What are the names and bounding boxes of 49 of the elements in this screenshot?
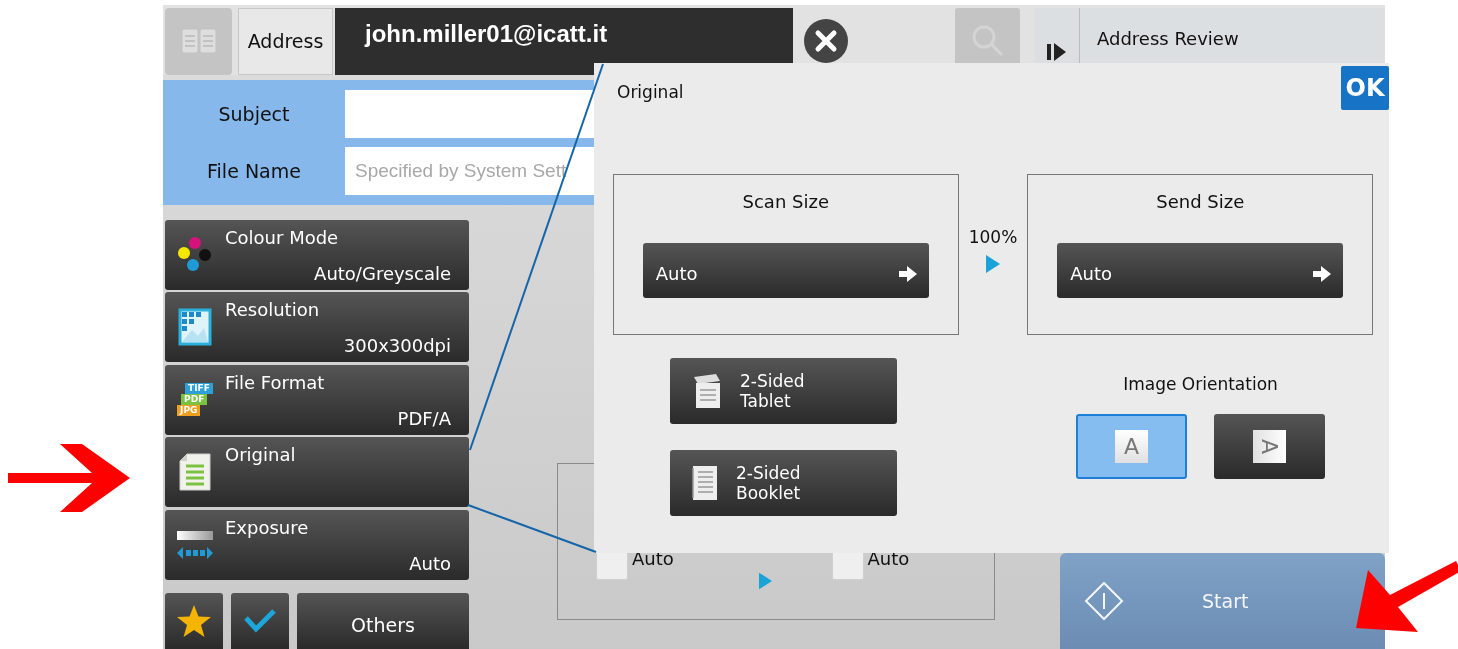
field-label: File Name xyxy=(206,159,302,182)
scan-size-button[interactable]: Auto xyxy=(642,243,929,298)
checkmark-icon xyxy=(243,608,277,634)
text-field[interactable]: Specified by System Sett xyxy=(345,146,595,195)
text-field[interactable] xyxy=(345,89,595,138)
book-icon xyxy=(180,28,217,55)
ok-button[interactable]: OK xyxy=(1341,66,1389,110)
file-type-tag: JPG xyxy=(177,405,201,416)
panel-title: Scan Size xyxy=(742,191,829,212)
start-diamond-icon xyxy=(1084,580,1124,621)
setting-button[interactable]: Colour Mode Auto/Greyscale xyxy=(165,219,469,290)
triangle-icon xyxy=(758,571,772,590)
scale-ratio: 100% xyxy=(968,227,1018,247)
setting-button[interactable]: TIFF PDF JPG File Format PDF/A xyxy=(165,364,469,435)
address-tab[interactable]: Address xyxy=(238,8,333,75)
file-type-tag: TIFF xyxy=(185,383,213,394)
field-label: Subject xyxy=(217,102,291,125)
address-review-label: Address Review xyxy=(1097,28,1239,49)
image-grid-icon xyxy=(178,308,212,346)
size-value: Auto xyxy=(867,547,910,569)
star-icon xyxy=(176,604,212,638)
favourite-button[interactable] xyxy=(165,593,223,649)
file-type-tag: PDF xyxy=(181,394,208,405)
size-value: Auto xyxy=(632,547,674,569)
triangle-icon xyxy=(986,255,1000,273)
dialog-title: Original xyxy=(617,82,684,102)
orientation-button[interactable]: A xyxy=(1076,414,1187,479)
orientation-glyph: A xyxy=(1253,430,1286,463)
exposure-icon xyxy=(176,528,214,561)
orientation-title: Image Orientation xyxy=(1123,374,1278,394)
panel-title: Send Size xyxy=(1156,191,1245,212)
arrow-right-icon xyxy=(1313,265,1332,282)
setting-button[interactable]: Exposure Auto xyxy=(165,509,469,580)
arrow-right-icon xyxy=(898,265,917,282)
play-bar-icon xyxy=(1047,42,1067,61)
original-type-button[interactable]: 2-Sided Tablet xyxy=(670,358,897,424)
booklet-icon xyxy=(690,464,720,502)
address-book-button[interactable] xyxy=(165,8,232,75)
original-type-button[interactable]: 2-Sided Booklet xyxy=(670,450,897,516)
setting-button[interactable]: Original xyxy=(165,437,469,507)
send-size-button[interactable]: Auto xyxy=(1057,243,1344,298)
orientation-button[interactable]: A xyxy=(1214,414,1325,479)
address-field[interactable]: john.miller01@icatt.it xyxy=(335,8,793,75)
setting-button[interactable]: Resolution 300x300dpi xyxy=(165,292,469,362)
orientation-glyph: A xyxy=(1115,430,1148,463)
check-button[interactable] xyxy=(231,593,289,649)
document-icon xyxy=(179,453,211,491)
close-icon[interactable] xyxy=(804,19,848,64)
others-button[interactable]: Others xyxy=(297,593,469,649)
